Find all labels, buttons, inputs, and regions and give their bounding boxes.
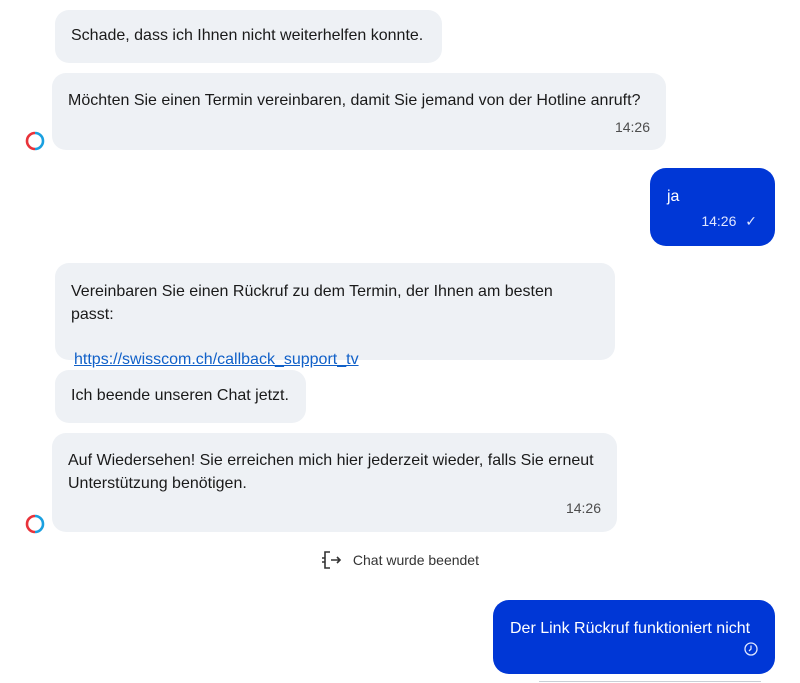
timestamp-text: 14:26 xyxy=(701,213,737,229)
message-timestamp: 14:26 xyxy=(614,119,650,135)
message-timestamp: 14:26 ✓ xyxy=(701,210,757,233)
message-text: Schade, dass ich Ihnen nicht weiterhelfe… xyxy=(71,27,424,44)
message-text: Ich beende unseren Chat jetzt. xyxy=(71,387,289,404)
bot-message: Vereinbaren Sie einen Rückruf zu dem Ter… xyxy=(55,263,615,368)
chat-ended-notice: Chat wurde beendet xyxy=(0,550,800,570)
exit-icon xyxy=(322,551,342,569)
message-text: Vereinbaren Sie einen Rückruf zu dem Ter… xyxy=(71,283,553,323)
chat-ended-text: Chat wurde beendet xyxy=(352,552,479,568)
message-timestamp: 14:26 xyxy=(565,500,601,516)
clock-icon xyxy=(744,642,758,656)
message-text: ja xyxy=(667,188,680,205)
message-text-line2: Unterstützung benötigen. xyxy=(68,475,247,492)
bot-message: Schade, dass ich Ihnen nicht weiterhelfe… xyxy=(55,10,442,63)
message-text-line1: Auf Wiedersehen! Sie erreichen mich hier… xyxy=(68,452,594,469)
bot-message: Auf Wiedersehen! Sie erreichen mich hier… xyxy=(52,433,617,532)
user-message: Der Link Rückruf funktioniert nicht xyxy=(493,600,775,674)
callback-link[interactable]: https://swisscom.ch/callback_support_tv xyxy=(74,348,599,371)
message-text: Der Link Rückruf funktioniert nicht xyxy=(510,620,751,637)
bot-avatar-icon xyxy=(25,514,45,534)
input-divider xyxy=(539,681,761,682)
bot-avatar-icon xyxy=(25,131,45,151)
bot-message: Möchten Sie einen Termin vereinbaren, da… xyxy=(52,73,666,150)
user-message: ja 14:26 ✓ xyxy=(650,168,775,246)
check-icon: ✓ xyxy=(745,213,757,229)
message-text: Möchten Sie einen Termin vereinbaren, da… xyxy=(68,92,641,109)
bot-message: Ich beende unseren Chat jetzt. xyxy=(55,370,306,423)
